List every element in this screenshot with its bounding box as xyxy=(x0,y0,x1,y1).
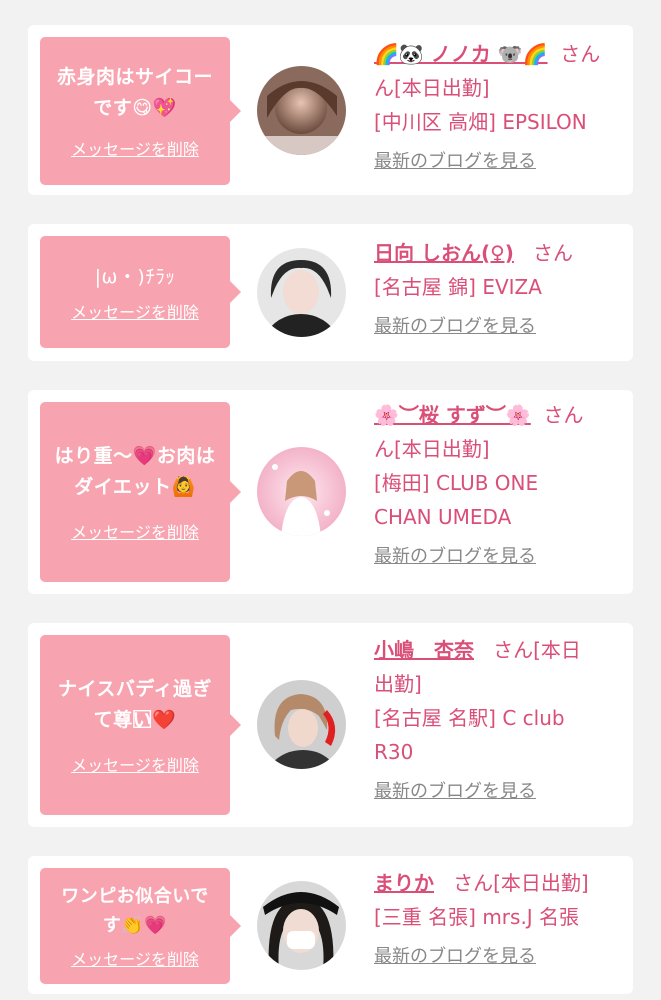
avatar[interactable] xyxy=(257,447,346,536)
cast-info: 🌈🐼 ノノカ 🐨🌈 さん ん[本日出勤] [中川区 高畑] EPSILON 最新… xyxy=(374,37,624,173)
shop-info: [中川区 高畑] EPSILON xyxy=(374,110,587,134)
cast-name-line: 小嶋 杏奈 さん[本日 xyxy=(374,633,624,667)
delete-message-link[interactable]: メッセージを削除 xyxy=(71,299,199,323)
shop-info: [名古屋 名駅] C club xyxy=(374,706,565,730)
cast-name-link[interactable]: まりか xyxy=(374,871,434,895)
message-line: ワンピお似合いで xyxy=(61,886,209,907)
san-suffix: さん xyxy=(532,241,573,265)
cast-name-line: まりか さん[本日出勤] xyxy=(374,866,624,900)
message-text: ナイスバディ過ぎ て尊い⃞❤️ xyxy=(58,674,212,736)
cast-name-link[interactable]: 日向 しおん(♀) xyxy=(374,241,514,265)
view-blog-link[interactable]: 最新のブログを見る xyxy=(374,777,536,803)
message-bubble: |ω・)ﾁﾗｯ メッセージを削除 xyxy=(40,236,241,348)
cast-name-link[interactable]: 🌈🐼 ノノカ 🐨🌈 xyxy=(374,42,548,66)
work-status: ん[本日出勤] xyxy=(374,437,490,461)
shop-info: [三重 名張] mrs.J 名張 xyxy=(374,905,580,929)
delete-message-link[interactable]: メッセージを削除 xyxy=(71,136,199,160)
shop-info: R30 xyxy=(374,740,414,764)
message-line: ナイスバディ過ぎ xyxy=(57,678,213,700)
delete-message-link[interactable]: メッセージを削除 xyxy=(71,752,199,776)
message-line: はり重〜💗お肉は xyxy=(54,445,216,467)
cast-info: 日向 しおん(♀) さん [名古屋 錦] EVIZA 最新のブログを見る xyxy=(374,236,624,338)
message-card: ワンピお似合いで す👏💗 メッセージを削除 まりか さん[本日出勤] [三重 名… xyxy=(28,856,633,994)
message-text: ワンピお似合いで す👏💗 xyxy=(61,882,208,940)
shop-info: CHAN UMEDA xyxy=(374,505,512,529)
cast-name-link[interactable]: 小嶋 杏奈 xyxy=(374,638,474,662)
message-card: ナイスバディ過ぎ て尊い⃞❤️ メッセージを削除 小嶋 杏奈 さん[本日 出勤]… xyxy=(28,623,633,827)
view-blog-link[interactable]: 最新のブログを見る xyxy=(374,542,536,568)
message-text: 赤身肉はサイコー です😋💖 xyxy=(57,62,213,124)
view-blog-link[interactable]: 最新のブログを見る xyxy=(374,312,536,338)
message-card: 赤身肉はサイコー です😋💖 メッセージを削除 🌈🐼 ノノカ 🐨🌈 さん ん[本日… xyxy=(28,25,633,195)
san-suffix: さん xyxy=(560,42,601,66)
message-bubble: ワンピお似合いで す👏💗 メッセージを削除 xyxy=(40,868,241,984)
view-blog-link[interactable]: 最新のブログを見る xyxy=(374,147,536,173)
message-card: |ω・)ﾁﾗｯ メッセージを削除 日向 しおん(♀) さん [名古屋 錦] EV… xyxy=(28,224,633,361)
avatar[interactable] xyxy=(257,881,346,970)
shop-info: [梅田] CLUB ONE xyxy=(374,471,539,495)
message-line: |ω・)ﾁﾗｯ xyxy=(94,265,176,288)
cast-name-link[interactable]: 🌸︶桜 すず︶🌸 xyxy=(374,403,531,427)
cast-info: 🌸︶桜 すず︶🌸 さん ん[本日出勤] [梅田] CLUB ONE CHAN U… xyxy=(374,398,624,568)
message-line: 赤身肉はサイコー xyxy=(56,66,213,88)
message-text: はり重〜💗お肉は ダイエット🙆 xyxy=(55,441,216,503)
cast-info: 小嶋 杏奈 さん[本日 出勤] [名古屋 名駅] C club R30 最新のブ… xyxy=(374,633,624,803)
work-status: 出勤] xyxy=(374,672,422,696)
message-bubble: はり重〜💗お肉は ダイエット🙆 メッセージを削除 xyxy=(40,402,241,582)
cast-name-line: 🌸︶桜 すず︶🌸 さん xyxy=(374,398,624,432)
message-line: て尊い⃞❤️ xyxy=(93,709,177,731)
message-card: はり重〜💗お肉は ダイエット🙆 メッセージを削除 🌸︶桜 すず︶🌸 さん ん[本… xyxy=(28,390,633,594)
shop-info: [名古屋 錦] EVIZA xyxy=(374,275,542,299)
work-status: ん[本日出勤] xyxy=(374,76,490,100)
message-line: す👏💗 xyxy=(102,915,168,936)
avatar[interactable] xyxy=(257,66,346,155)
message-bubble: 赤身肉はサイコー です😋💖 メッセージを削除 xyxy=(40,37,241,185)
delete-message-link[interactable]: メッセージを削除 xyxy=(71,946,199,970)
cast-name-line: 🌈🐼 ノノカ 🐨🌈 さん xyxy=(374,37,624,71)
san-suffix: さん xyxy=(543,403,584,427)
message-line: です😋💖 xyxy=(93,97,177,119)
cast-info: まりか さん[本日出勤] [三重 名張] mrs.J 名張 最新のブログを見る xyxy=(374,866,624,968)
message-text: |ω・)ﾁﾗｯ xyxy=(95,262,176,293)
message-line: ダイエット🙆 xyxy=(74,476,196,498)
san-suffix: さん[本日出勤] xyxy=(453,871,589,895)
avatar[interactable] xyxy=(257,248,346,337)
san-suffix: さん[本日 xyxy=(493,638,581,662)
view-blog-link[interactable]: 最新のブログを見る xyxy=(374,942,536,968)
message-bubble: ナイスバディ過ぎ て尊い⃞❤️ メッセージを削除 xyxy=(40,635,241,815)
cast-name-line: 日向 しおん(♀) さん xyxy=(374,236,624,270)
avatar[interactable] xyxy=(257,680,346,769)
delete-message-link[interactable]: メッセージを削除 xyxy=(71,519,199,543)
